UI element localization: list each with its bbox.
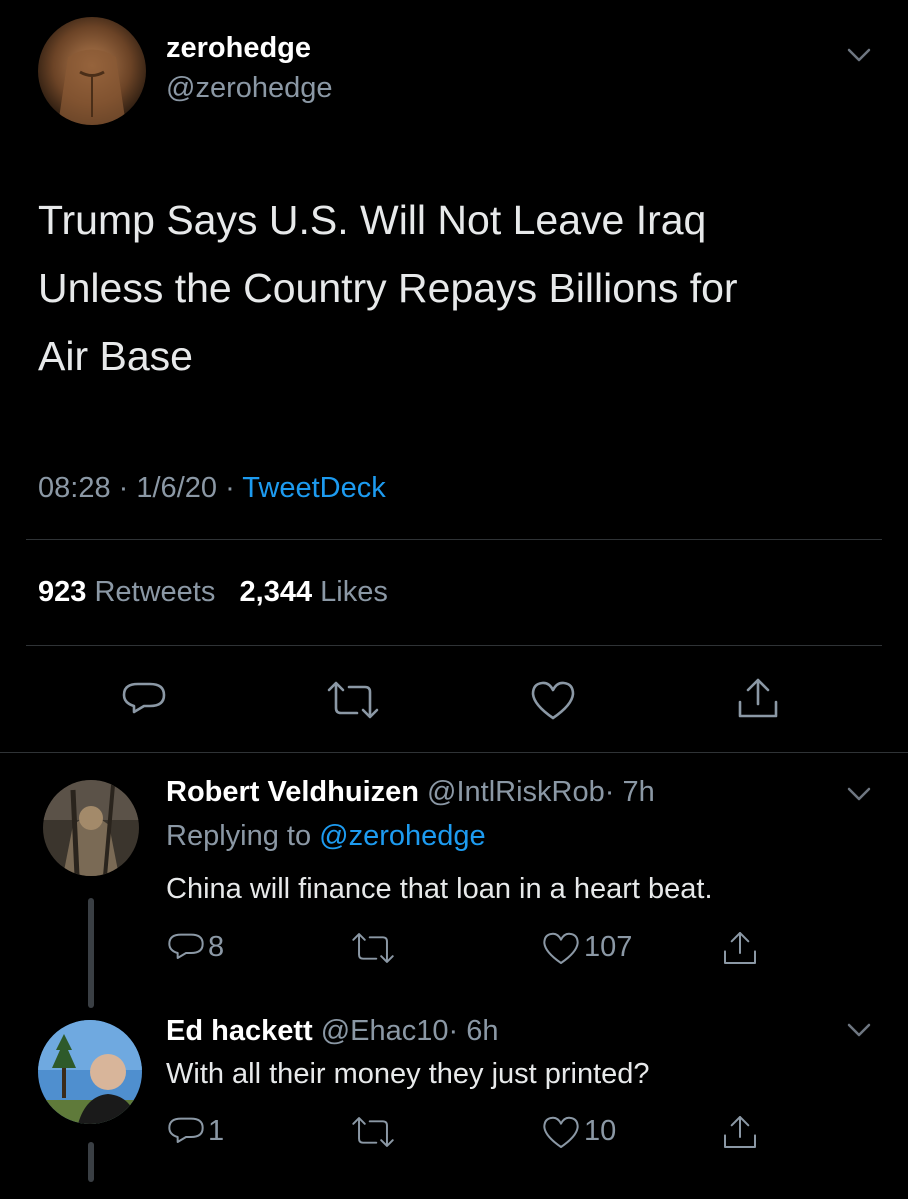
thread-line [88, 898, 94, 1008]
reply-icon[interactable] [166, 1112, 206, 1152]
tweet-source-link[interactable]: TweetDeck [242, 472, 385, 504]
retweets-count: 923 [38, 576, 87, 608]
avatar-image [43, 780, 139, 876]
retweet-icon[interactable] [350, 1112, 396, 1152]
reply-count: 8 [208, 931, 225, 963]
likes-count: 2,344 [239, 576, 313, 608]
retweets-stat[interactable]: 923 Retweets [38, 576, 223, 608]
reply-time[interactable]: · 7h [605, 776, 655, 808]
replying-to-prefix: Replying to [166, 820, 312, 852]
tweet-time[interactable]: 08:28 [38, 472, 111, 504]
replying-to: Replying to @zerohedge [166, 820, 486, 853]
retweet-icon[interactable] [350, 928, 396, 968]
share-icon[interactable] [720, 1112, 760, 1152]
reply-text: China will finance that loan in a heart … [166, 873, 713, 905]
reply-text: With all their money they just printed? [166, 1058, 650, 1090]
retweet-icon[interactable] [325, 676, 381, 724]
avatar[interactable] [43, 780, 139, 876]
reply-display-name[interactable]: Robert Veldhuizen [166, 776, 419, 808]
share-icon[interactable] [734, 674, 782, 722]
avatar[interactable] [38, 17, 146, 125]
tweet-text-line: Trump Says U.S. Will Not Leave Iraq [38, 197, 707, 243]
likes-stat[interactable]: 2,344 Likes [240, 576, 388, 608]
chevron-down-icon[interactable] [846, 47, 872, 63]
reply-header: Ed hackett @Ehac10· 6h [166, 1015, 499, 1048]
tweet-text: Trump Says U.S. Will Not Leave Iraq Unle… [38, 186, 738, 390]
tweet-text-line: Unless the Country Repays Billions for [38, 265, 738, 311]
reply-count: 1 [208, 1115, 225, 1147]
share-icon[interactable] [720, 928, 760, 968]
reply-icon[interactable] [166, 928, 206, 968]
like-count: 107 [584, 931, 633, 963]
heart-icon[interactable] [540, 928, 582, 968]
divider [26, 539, 882, 540]
replying-to-handle[interactable]: @zerohedge [319, 820, 486, 852]
likes-label: Likes [320, 576, 388, 608]
divider [0, 752, 908, 753]
reply-display-name[interactable]: Ed hackett [166, 1015, 313, 1047]
tweet-text-line: Air Base [38, 333, 193, 379]
author-display-name[interactable]: zerohedge [166, 32, 311, 65]
heart-icon[interactable] [528, 676, 578, 724]
chevron-down-icon[interactable] [846, 1022, 872, 1038]
avatar-image [38, 17, 146, 125]
avatar-image [38, 1020, 142, 1124]
chevron-down-icon[interactable] [846, 786, 872, 802]
tweet-meta: 08:28 · 1/6/20 · TweetDeck [38, 472, 386, 505]
retweets-label: Retweets [94, 576, 216, 608]
thread-line [88, 1142, 94, 1182]
heart-icon[interactable] [540, 1112, 582, 1152]
reply-time[interactable]: · 6h [449, 1015, 499, 1047]
author-handle[interactable]: @zerohedge [166, 72, 333, 105]
like-count: 10 [584, 1115, 617, 1147]
reply-icon[interactable] [120, 676, 168, 724]
tweet-date[interactable]: 1/6/20 [136, 472, 217, 504]
meta-separator: · [118, 472, 129, 504]
reply-header: Robert Veldhuizen @IntlRiskRob· 7h [166, 776, 655, 809]
reply-handle[interactable]: @Ehac10 [321, 1015, 449, 1047]
divider [26, 645, 882, 646]
reply-handle[interactable]: @IntlRiskRob [427, 776, 605, 808]
tweet-stats: 923 Retweets 2,344 Likes [38, 576, 388, 609]
avatar[interactable] [38, 1020, 142, 1124]
meta-separator: · [225, 472, 235, 504]
